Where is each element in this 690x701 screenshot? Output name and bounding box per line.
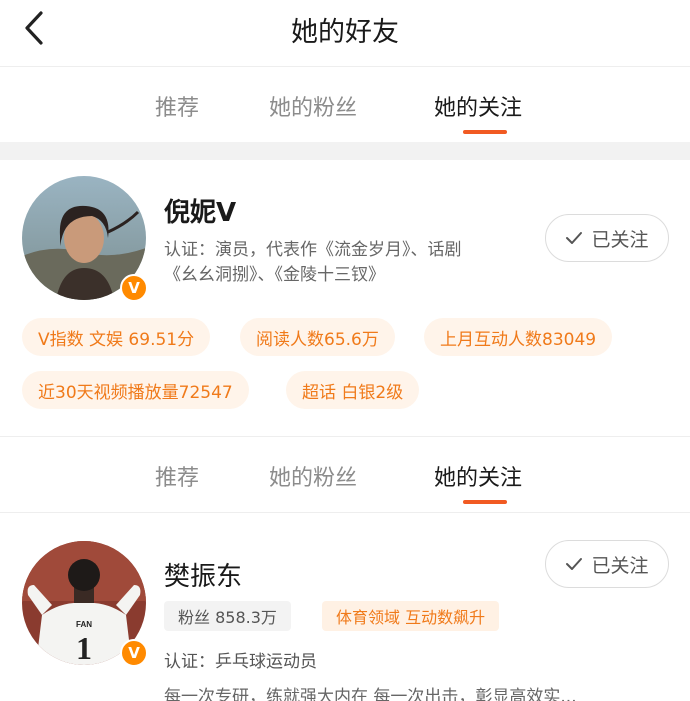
check-icon	[566, 232, 583, 244]
description-line: 认证：演员，代表作《流金岁月》、话剧	[164, 240, 462, 260]
divider	[0, 66, 690, 67]
stat-tag[interactable]: V指数 文娱 69.51分	[22, 318, 211, 356]
user-name[interactable]: 倪妮V	[164, 192, 236, 229]
field-chip[interactable]: 体育领域 互动数飙升	[322, 601, 500, 631]
verified-badge: V	[120, 639, 148, 667]
stat-tag[interactable]: 阅读人数65.6万	[240, 318, 395, 356]
jersey-number: 1	[76, 630, 92, 665]
jersey-text: FAN	[76, 620, 92, 629]
tab-her-following[interactable]: 她的关注	[434, 90, 522, 122]
top-bar: 她的好友	[0, 0, 690, 60]
user-description: 认证：演员，代表作《流金岁月》、话剧 《幺幺洞捌》、《金陵十三钗》	[164, 238, 534, 288]
description-line: 《幺幺洞捌》、《金陵十三钗》	[164, 265, 385, 285]
page-title: 她的好友	[291, 17, 399, 48]
follow-button-label: 已关注	[591, 228, 649, 251]
tab-bar: 推荐 她的粉丝 她的关注	[0, 70, 690, 140]
stat-tag[interactable]: 近30天视频播放量72547	[22, 371, 249, 409]
tab-her-fans[interactable]: 她的粉丝	[269, 460, 357, 492]
tab-recommend[interactable]: 推荐	[155, 460, 199, 492]
user-name[interactable]: 樊振东	[164, 556, 242, 593]
follow-button-label: 已关注	[591, 554, 649, 577]
divider	[0, 512, 690, 513]
verified-badge: V	[120, 274, 148, 302]
following-button[interactable]: 已关注	[545, 214, 669, 262]
fans-count-chip: 粉丝 858.3万	[164, 601, 291, 631]
bio-text: 每一次专研，练就强大内在 每一次出击，彰显高效实...	[164, 687, 577, 701]
tab-her-following[interactable]: 她的关注	[434, 460, 522, 492]
tab-her-fans[interactable]: 她的粉丝	[269, 90, 357, 122]
following-button[interactable]: 已关注	[545, 540, 669, 588]
active-tab-indicator	[463, 130, 507, 134]
check-icon	[566, 558, 583, 570]
active-tab-indicator	[463, 500, 507, 504]
stat-tag[interactable]: 上月互动人数83049	[424, 318, 613, 356]
certification-text: 认证：乒乓球运动员	[164, 652, 317, 672]
divider	[0, 436, 690, 437]
tab-recommend[interactable]: 推荐	[155, 90, 199, 122]
section-gap	[0, 142, 690, 160]
tab-bar: 推荐 她的粉丝 她的关注	[0, 440, 690, 510]
stat-tag[interactable]: 超话 白银2级	[286, 371, 420, 409]
